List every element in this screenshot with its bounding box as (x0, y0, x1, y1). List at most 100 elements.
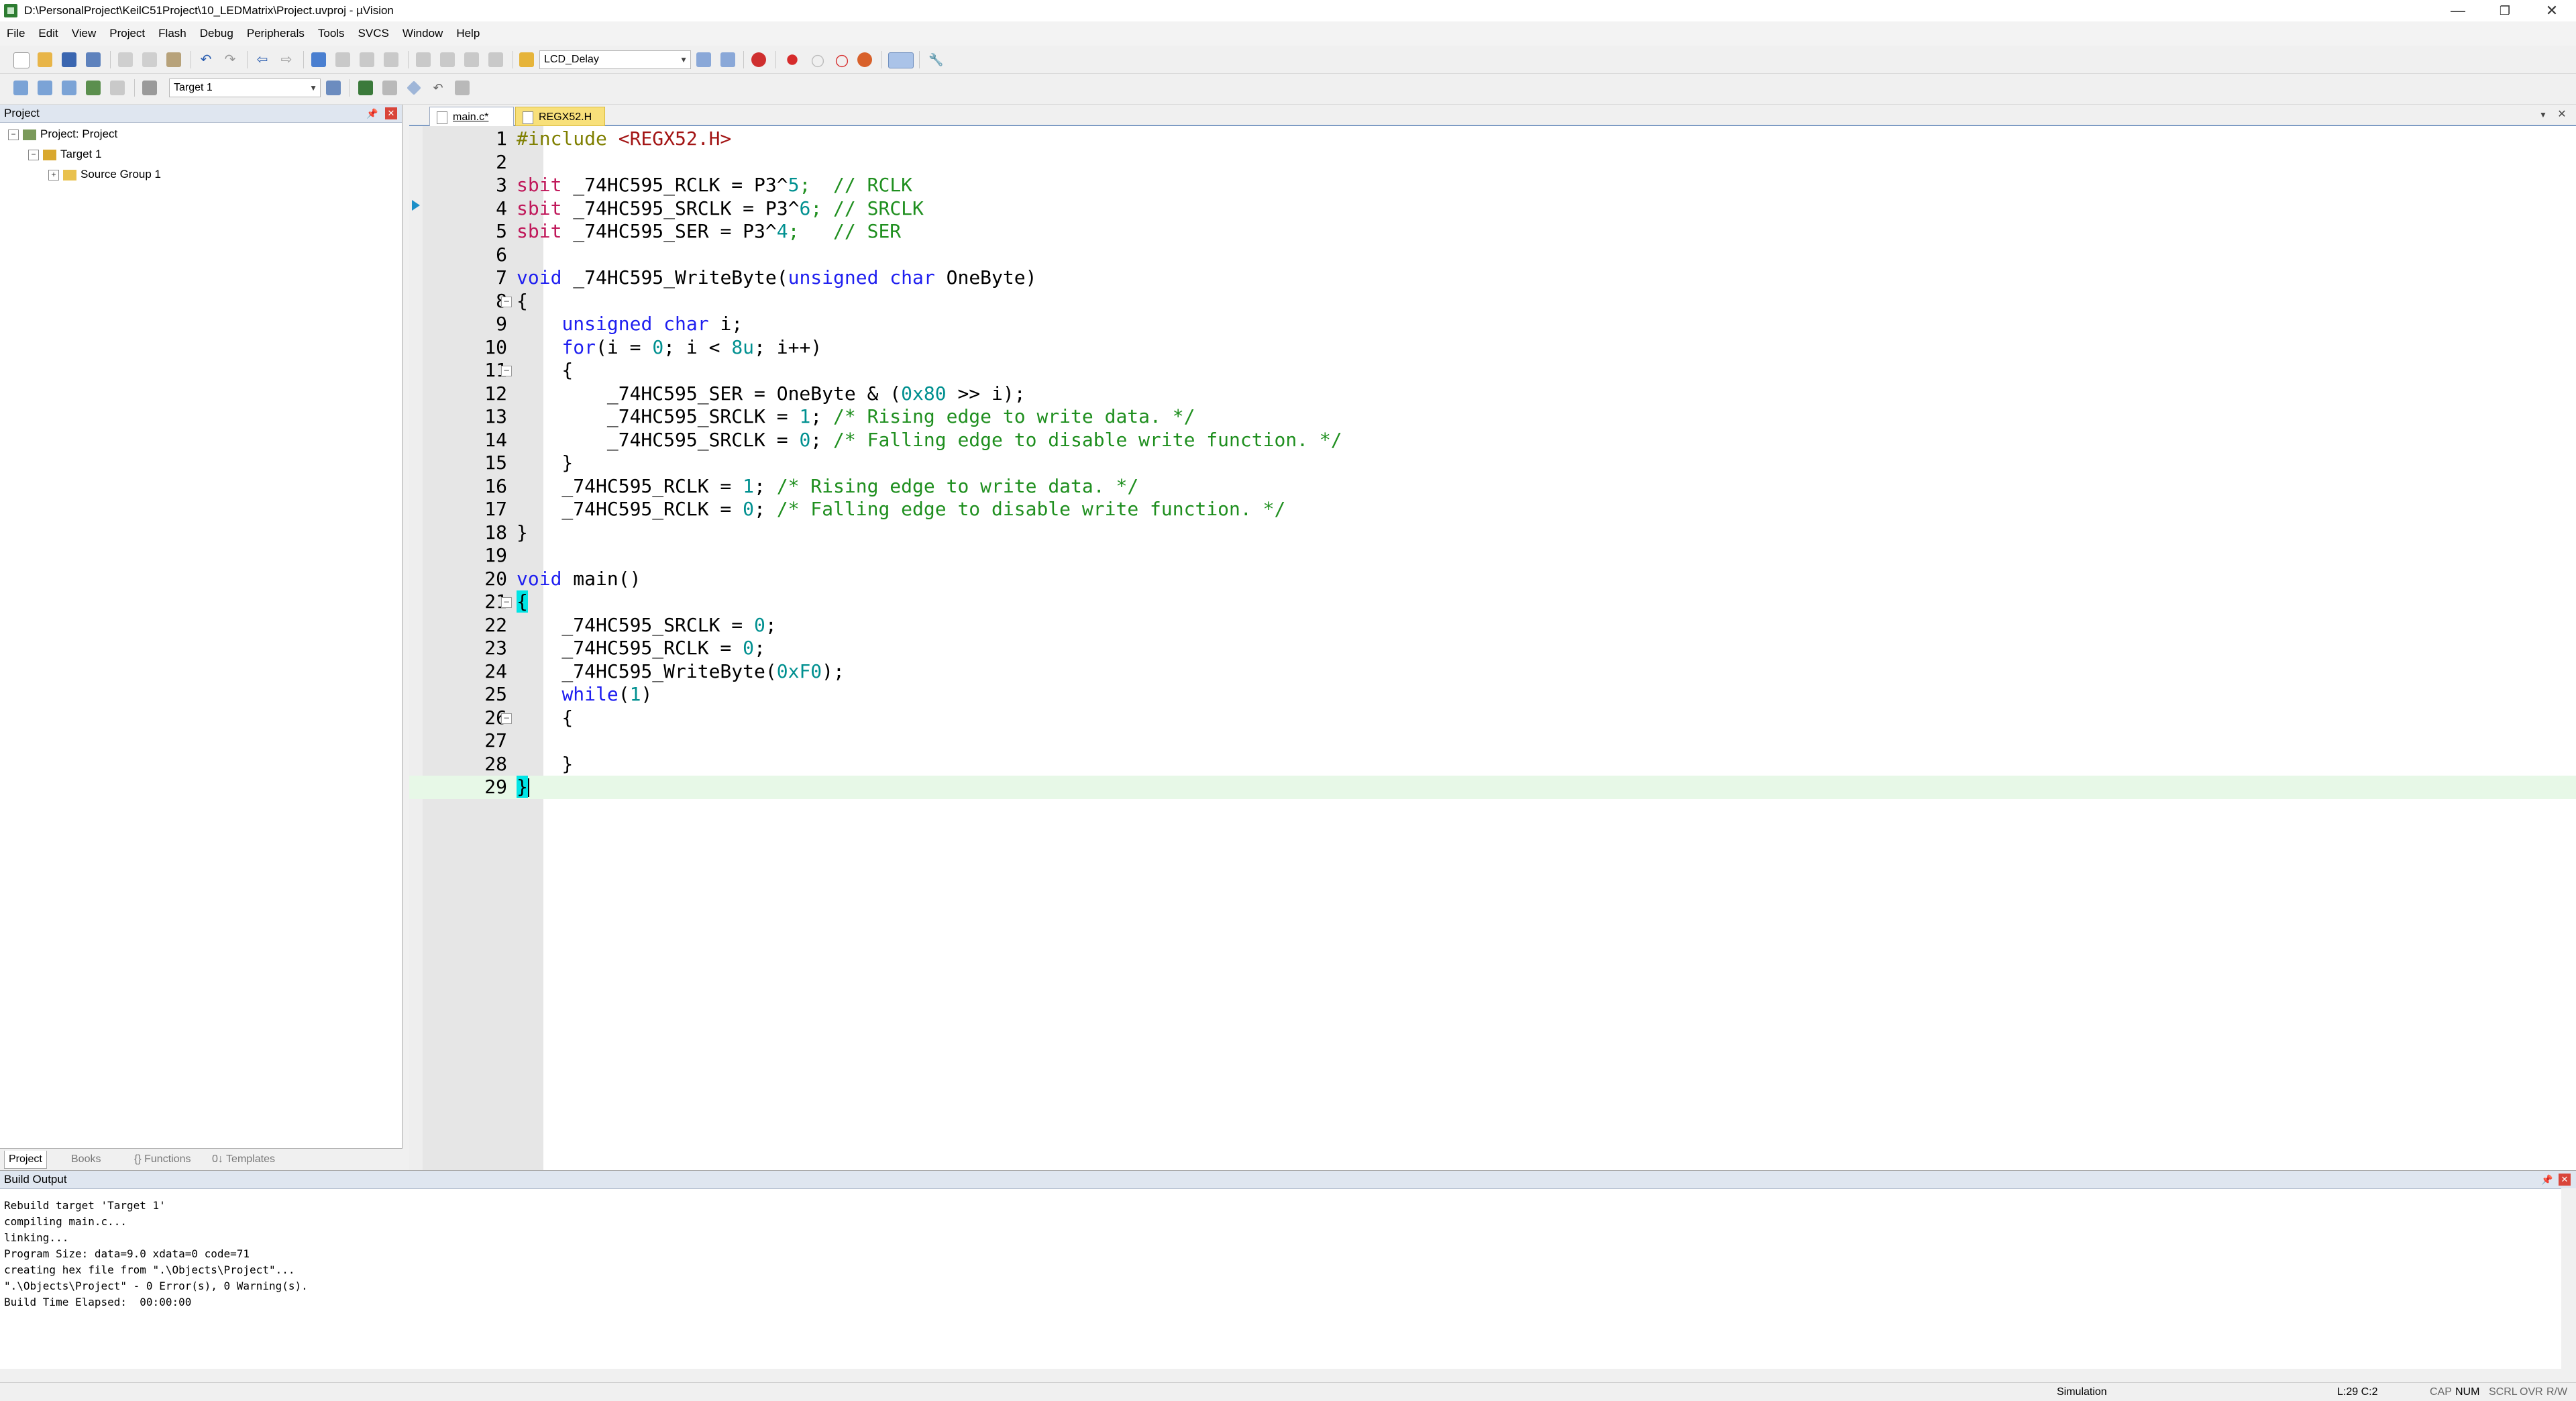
breakpoint-insert-icon[interactable] (787, 54, 798, 65)
code-line-15: 15 } (484, 452, 574, 474)
breakpoint-enable-icon[interactable] (811, 54, 824, 68)
file-icon (523, 111, 533, 124)
find-icon[interactable] (696, 52, 711, 67)
menu-edit[interactable]: Edit (32, 21, 64, 46)
fold-toggle-icon[interactable]: − (501, 713, 512, 724)
code-line-3: 3 sbit _74HC595_RCLK = P3^5; // RCLK (496, 174, 913, 196)
download-icon[interactable] (142, 81, 157, 95)
comment-icon[interactable] (464, 52, 479, 67)
code-line-20: 20 void main() (484, 567, 641, 590)
collapse-icon[interactable]: − (8, 129, 19, 140)
breakpoint-disable-icon[interactable] (835, 54, 849, 68)
build-icon[interactable] (38, 81, 52, 95)
expand-icon[interactable]: + (48, 169, 59, 180)
collapse-icon[interactable]: − (28, 149, 39, 160)
editor-tab-regx52-h[interactable]: REGX52.H (515, 107, 605, 126)
tree-project-root[interactable]: − Project: Project (8, 125, 117, 144)
translate-icon[interactable] (13, 81, 28, 95)
bookmark-icon[interactable] (311, 52, 326, 67)
manage-rte-icon[interactable] (382, 81, 397, 95)
clear-bookmarks-icon[interactable] (384, 52, 398, 67)
project-panel-tabs: Project Books {} Functions 0↓ Templates (0, 1148, 402, 1170)
prev-bookmark-icon[interactable] (335, 52, 350, 67)
close-panel-icon[interactable]: ✕ (2559, 1174, 2571, 1186)
menu-flash[interactable]: Flash (152, 21, 193, 46)
target-options-icon[interactable] (326, 81, 341, 95)
navigate-back-icon[interactable]: ⇦ (255, 52, 270, 67)
menu-file[interactable]: File (0, 21, 32, 46)
code-line-23: 23 _74HC595_RCLK = 0; (484, 637, 765, 659)
maximize-button[interactable]: ❐ (2482, 0, 2528, 21)
tree-target[interactable]: − Target 1 (28, 145, 101, 164)
code-line-10: 10 for(i = 0; i < 8u; i++) (484, 335, 822, 358)
new-file-icon[interactable] (13, 52, 30, 68)
open-file-icon[interactable] (38, 52, 52, 67)
code-line-28: 28 } (484, 752, 574, 775)
unindent-icon[interactable] (440, 52, 455, 67)
fold-toggle-icon[interactable]: − (501, 366, 512, 376)
minimize-button[interactable]: — (2435, 0, 2481, 21)
manage-project-items-icon[interactable] (358, 81, 373, 95)
close-panel-icon[interactable]: ✕ (385, 107, 397, 119)
code-editor[interactable]: 1 #include <REGX52.H> 2 3 sbit _74HC595_RC… (409, 126, 2576, 1170)
tree-source-group[interactable]: + Source Group 1 (48, 165, 161, 184)
redo-icon[interactable]: ↷ (223, 52, 237, 67)
close-editor-icon[interactable]: ✕ (2556, 109, 2568, 121)
menu-project[interactable]: Project (103, 21, 152, 46)
target-select[interactable]: Target 1 ▼ (169, 79, 321, 97)
pin-icon[interactable]: 📌 (2541, 1174, 2553, 1186)
find-combo[interactable]: LCD_Delay ▼ (539, 50, 691, 69)
menu-svcs[interactable]: SVCS (352, 21, 396, 46)
breakpoint-kill-all-icon[interactable] (857, 52, 872, 67)
save-all-icon[interactable] (86, 52, 101, 67)
paste-icon[interactable] (166, 52, 181, 67)
code-line-8: 8−{ (409, 290, 2576, 313)
select-packs-icon[interactable] (407, 81, 421, 95)
horizontal-scrollbar[interactable] (0, 1369, 2576, 1382)
tab-list-chevron-icon[interactable]: ▼ (2537, 109, 2549, 121)
editor-tab-main-c[interactable]: main.c* (429, 107, 514, 126)
rebuild-icon[interactable] (62, 81, 76, 95)
batch-build-icon[interactable] (86, 81, 101, 95)
fold-toggle-icon[interactable]: − (501, 296, 512, 307)
build-output-text: Rebuild target 'Target 1' compiling main… (4, 1199, 308, 1308)
menu-tools[interactable]: Tools (311, 21, 352, 46)
stop-build-icon[interactable] (110, 81, 125, 95)
status-cursor-position: L:29 C:2 (2337, 1386, 2378, 1398)
indent-icon[interactable] (416, 52, 431, 67)
save-icon[interactable] (62, 52, 76, 67)
undo-icon[interactable]: ↶ (199, 52, 213, 67)
window-layout-icon[interactable] (888, 52, 914, 68)
menu-debug[interactable]: Debug (193, 21, 240, 46)
cut-icon[interactable] (118, 52, 133, 67)
menu-view[interactable]: View (65, 21, 103, 46)
menu-peripherals[interactable]: Peripherals (240, 21, 311, 46)
undo-rte-icon[interactable]: ↶ (431, 81, 445, 95)
navigate-forward-icon[interactable]: ⇨ (279, 52, 294, 67)
code-line-16: 16 _74HC595_RCLK = 1; /* Rising edge to … (484, 474, 1139, 497)
start-debug-icon[interactable] (751, 52, 766, 67)
tab-functions[interactable]: {} Functions (130, 1151, 195, 1168)
code-line-13: 13 _74HC595_SRCLK = 1; /* Rising edge to… (484, 405, 1195, 427)
uncomment-icon[interactable] (488, 52, 503, 67)
tab-project[interactable]: Project (4, 1151, 47, 1169)
menu-help[interactable]: Help (449, 21, 486, 46)
find-in-files-icon[interactable] (519, 52, 534, 67)
next-bookmark-icon[interactable] (360, 52, 374, 67)
code-line-6: 6 (496, 243, 507, 266)
code-line-17: 17 _74HC595_RCLK = 0; /* Falling edge to… (484, 498, 1286, 520)
uvision-app-icon (4, 4, 17, 17)
fold-toggle-icon[interactable]: − (501, 597, 512, 608)
code-line-27: 27 (484, 729, 507, 751)
vertical-scrollbar[interactable] (2561, 1188, 2576, 1383)
tab-templates[interactable]: 0↓ Templates (208, 1151, 279, 1168)
tab-books[interactable]: Books (67, 1151, 105, 1168)
pack-installer-icon[interactable] (455, 81, 470, 95)
pin-icon[interactable]: 📌 (366, 107, 378, 119)
copy-icon[interactable] (142, 52, 157, 67)
configure-icon[interactable]: 🔧 (928, 52, 943, 67)
close-window-button[interactable]: ✕ (2529, 0, 2575, 21)
build-output-panel: Build Output 📌 ✕ Rebuild target 'Target … (0, 1170, 2576, 1383)
menu-window[interactable]: Window (396, 21, 449, 46)
incremental-find-icon[interactable] (720, 52, 735, 67)
